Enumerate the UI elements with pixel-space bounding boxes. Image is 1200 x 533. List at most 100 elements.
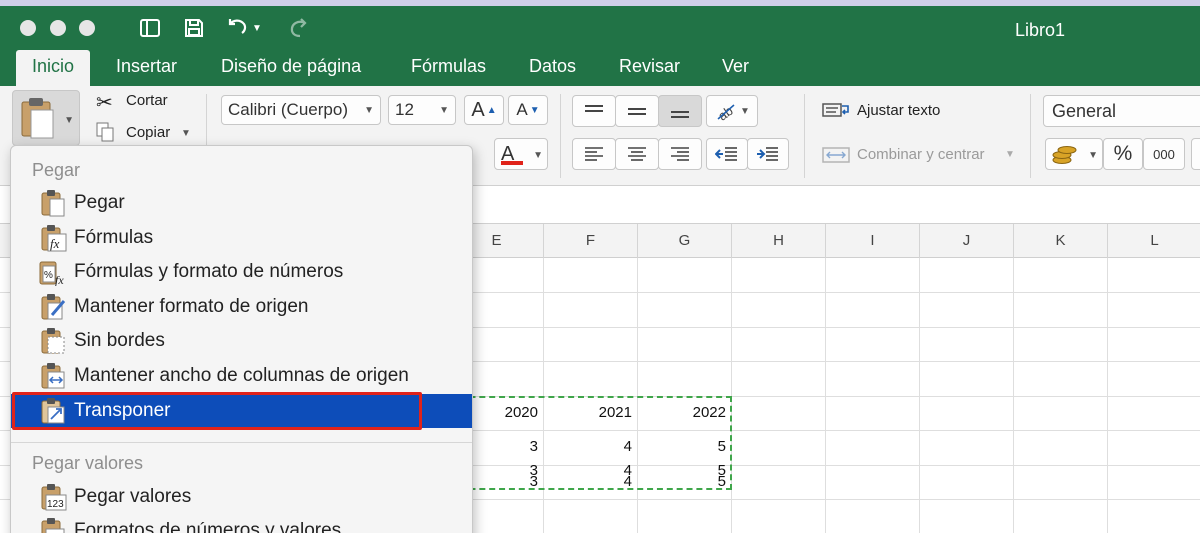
tab-inicio[interactable]: Inicio <box>16 50 91 86</box>
menu-item-pegar-valores[interactable]: 123 Pegar valores <box>11 480 472 514</box>
redo-icon[interactable] <box>284 14 312 42</box>
menu-item-label: Sin bordes <box>74 330 165 351</box>
coins-icon <box>1052 146 1077 164</box>
percent-glyph: % <box>1113 142 1133 165</box>
column-header-l[interactable]: L <box>1108 224 1200 258</box>
document-title: Libro1 <box>1014 20 1066 40</box>
column-header-g[interactable]: G <box>638 224 732 258</box>
align-left-button[interactable] <box>572 138 616 170</box>
copy-icon <box>96 122 114 142</box>
svg-text:fx: fx <box>50 236 60 251</box>
menu-bar-strip <box>0 0 1200 6</box>
menu-item-pegar[interactable]: Pegar <box>11 186 472 220</box>
shrink-font-button[interactable]: A ▼ <box>508 95 548 125</box>
save-icon[interactable] <box>180 14 208 42</box>
decrease-indent-button[interactable] <box>706 138 748 170</box>
menu-item-sin-bordes[interactable]: Sin bordes <box>11 324 472 358</box>
align-top-button[interactable] <box>572 95 616 127</box>
scissors-icon: ✂ <box>96 92 113 114</box>
font-color-button[interactable]: A ▼ <box>494 138 548 170</box>
wrap-text-button[interactable]: Ajustar texto <box>857 102 940 119</box>
menu-item-label: Mantener formato de origen <box>74 296 309 317</box>
menu-divider <box>11 442 472 443</box>
tab-formulas[interactable]: Fórmulas <box>395 50 502 86</box>
tab-insertar[interactable]: Insertar <box>100 50 193 86</box>
align-right-icon <box>671 147 689 161</box>
column-header-f[interactable]: F <box>544 224 638 258</box>
paste-menu: Pegar Pegar fx Fórmulas % fx Fórmulas y f… <box>10 145 473 533</box>
svg-text:%: % <box>44 270 53 281</box>
tab-ver[interactable]: Ver <box>706 50 765 86</box>
fx-icon: fx <box>38 224 68 252</box>
align-bottom-icon <box>671 111 689 118</box>
font-size-select[interactable]: 12 ▼ <box>388 95 456 125</box>
merge-dropdown-icon[interactable]: ▼ <box>1005 149 1015 160</box>
minimize-window-button[interactable] <box>50 20 66 36</box>
orientation-button[interactable]: ab ▼ <box>706 95 758 127</box>
ribbon-tabs: Inicio Insertar Diseño de página Fórmula… <box>0 50 1200 86</box>
thousands-separator-button[interactable]: 000 <box>1143 138 1185 170</box>
cut-label[interactable]: Cortar <box>126 92 168 109</box>
align-center-button[interactable] <box>615 138 659 170</box>
align-middle-button[interactable] <box>615 95 659 127</box>
percent-values-icon: % <box>38 517 68 533</box>
values-123-icon: 123 <box>38 483 68 511</box>
chevron-down-icon: ▼ <box>439 104 449 116</box>
paste-dropdown-icon[interactable]: ▼ <box>64 115 74 126</box>
paste-button[interactable]: ▼ <box>12 90 80 146</box>
sidebar-toggle-icon[interactable] <box>136 14 164 42</box>
menu-item-mantener-formato-origen[interactable]: Mantener formato de origen <box>11 290 472 324</box>
align-right-button[interactable] <box>658 138 702 170</box>
menu-item-mantener-ancho-columnas[interactable]: Mantener ancho de columnas de origen <box>11 359 472 393</box>
ribbon-separator <box>804 94 805 178</box>
percent-style-button[interactable]: % <box>1103 138 1143 170</box>
chevron-down-icon: ▼ <box>1088 150 1098 161</box>
ribbon-separator <box>1030 94 1031 178</box>
svg-text:123: 123 <box>47 499 64 510</box>
align-center-icon <box>628 147 646 161</box>
menu-item-formulas-formato-numeros[interactable]: % fx Fórmulas y formato de números <box>11 255 472 289</box>
percent-fx-icon: % fx <box>38 258 68 287</box>
menu-item-formatos-numeros-valores[interactable]: % Formatos de números y valores <box>11 514 472 533</box>
tab-diseno-de-pagina[interactable]: Diseño de página <box>205 50 377 86</box>
font-name-select[interactable]: Calibri (Cuerpo) ▼ <box>221 95 381 125</box>
menu-section-pegar-valores: Pegar valores <box>32 453 144 473</box>
undo-dropdown-icon[interactable]: ▼ <box>250 14 264 42</box>
grow-font-button[interactable]: A ▲ <box>464 95 504 125</box>
ribbon-separator <box>560 94 561 178</box>
increase-indent-icon <box>757 147 778 161</box>
menu-item-label: Pegar <box>74 192 125 213</box>
column-width-icon <box>38 362 68 390</box>
clipboard-icon <box>21 98 54 139</box>
menu-item-formulas[interactable]: fx Fórmulas <box>11 221 472 255</box>
copy-label[interactable]: Copiar <box>126 124 170 141</box>
text-orientation-icon: ab <box>715 103 735 121</box>
clipboard-icon <box>38 189 68 217</box>
font-size-value: 12 <box>395 100 414 119</box>
shrink-font-glyph: A <box>516 100 528 119</box>
decrease-indent-icon <box>715 147 737 161</box>
menu-item-label: Mantener ancho de columnas de origen <box>74 365 409 386</box>
column-header-i[interactable]: I <box>826 224 920 258</box>
merge-center-button[interactable]: Combinar y centrar <box>857 146 985 163</box>
tab-revisar[interactable]: Revisar <box>603 50 696 86</box>
grow-font-glyph: A <box>471 98 485 121</box>
column-header-h[interactable]: H <box>732 224 826 258</box>
column-header-k[interactable]: K <box>1014 224 1108 258</box>
number-format-select[interactable]: General <box>1043 95 1200 127</box>
brush-clipboard-icon <box>38 293 68 321</box>
increase-decimal-button[interactable] <box>1191 138 1200 170</box>
accounting-format-button[interactable]: ▼ <box>1045 138 1103 170</box>
copy-dropdown-icon[interactable]: ▼ <box>181 128 191 139</box>
increase-indent-button[interactable] <box>747 138 789 170</box>
align-top-icon <box>585 105 603 112</box>
thousands-glyph: 000 <box>1153 146 1175 162</box>
align-bottom-button[interactable] <box>658 95 702 127</box>
zoom-window-button[interactable] <box>79 20 95 36</box>
menu-item-label: Pegar valores <box>74 486 192 507</box>
column-header-j[interactable]: J <box>920 224 1014 258</box>
close-window-button[interactable] <box>20 20 36 36</box>
merge-center-icon <box>822 146 852 164</box>
tab-datos[interactable]: Datos <box>513 50 592 86</box>
undo-icon[interactable] <box>224 14 252 42</box>
